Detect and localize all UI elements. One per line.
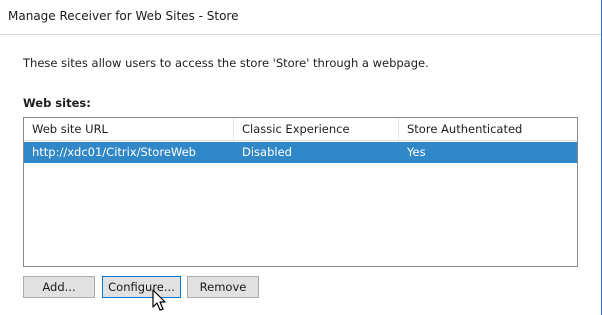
dialog-title: Manage Receiver for Web Sites - Store	[8, 9, 239, 23]
dialog-description: These sites allow users to access the st…	[23, 56, 429, 70]
cell-url: http://xdc01/Citrix/StoreWeb	[32, 145, 196, 159]
configure-button[interactable]: Configure...	[102, 276, 181, 298]
title-divider	[0, 34, 601, 35]
table-row[interactable]: http://xdc01/Citrix/StoreWeb Disabled Ye…	[24, 142, 577, 163]
column-header-classic[interactable]: Classic Experience	[234, 118, 399, 140]
mouse-cursor-icon	[152, 289, 166, 311]
add-button[interactable]: Add...	[23, 276, 95, 298]
web-sites-label: Web sites:	[23, 96, 91, 110]
remove-button[interactable]: Remove	[187, 276, 259, 298]
column-header-url[interactable]: Web site URL	[24, 118, 234, 140]
cell-authenticated: Yes	[407, 145, 426, 159]
cell-classic: Disabled	[242, 145, 292, 159]
column-header-authenticated[interactable]: Store Authenticated	[399, 118, 577, 140]
list-header: Web site URL Classic Experience Store Au…	[24, 118, 577, 141]
web-sites-list[interactable]: Web site URL Classic Experience Store Au…	[23, 117, 578, 267]
